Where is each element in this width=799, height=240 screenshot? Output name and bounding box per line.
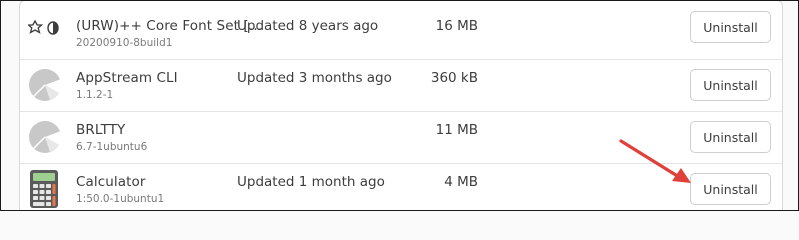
uninstall-button[interactable]: Uninstall	[690, 69, 771, 101]
generic-app-icon	[29, 121, 62, 153]
app-updated: Updated 1 month ago	[237, 174, 385, 190]
app-version: 1:50.0-1ubuntu1	[76, 193, 165, 205]
app-version: 6.7-1ubuntu6	[76, 141, 148, 153]
list-item-appstream-cli[interactable]: AppStream CLI 1.1.2-1 Updated 3 months a…	[20, 60, 782, 112]
installed-apps-list: (URW)++ Core Font Set [… 20200910-8build…	[19, 1, 783, 210]
screenshot-frame: (URW)++ Core Font Set [… 20200910-8build…	[0, 0, 799, 211]
uninstall-button[interactable]: Uninstall	[690, 173, 771, 205]
font-symbols-icon	[28, 19, 59, 35]
uninstall-button[interactable]: Uninstall	[690, 121, 771, 153]
app-size: 11 MB	[435, 122, 478, 138]
app-name: BRLTTY	[76, 122, 126, 138]
app-name: Calculator	[76, 174, 146, 190]
app-updated: Updated 8 years ago	[237, 18, 379, 34]
list-item-calculator[interactable]: Calculator 1:50.0-1ubuntu1 Updated 1 mon…	[20, 164, 782, 210]
app-size: 360 kB	[430, 70, 478, 86]
app-version: 20200910-8build1	[76, 37, 173, 49]
uninstall-button[interactable]: Uninstall	[690, 11, 771, 43]
app-name: AppStream CLI	[76, 70, 178, 86]
list-item-urw-core-fonts[interactable]: (URW)++ Core Font Set [… 20200910-8build…	[20, 1, 782, 60]
app-size: 4 MB	[444, 174, 478, 190]
calculator-icon	[30, 170, 58, 208]
app-version: 1.1.2-1	[76, 89, 114, 101]
app-updated: Updated 3 months ago	[237, 70, 392, 86]
app-name: (URW)++ Core Font Set […	[76, 18, 263, 34]
list-item-brltty[interactable]: BRLTTY 6.7-1ubuntu6 11 MB Uninstall	[20, 112, 782, 164]
generic-app-icon	[29, 69, 62, 101]
app-size: 16 MB	[435, 18, 478, 34]
